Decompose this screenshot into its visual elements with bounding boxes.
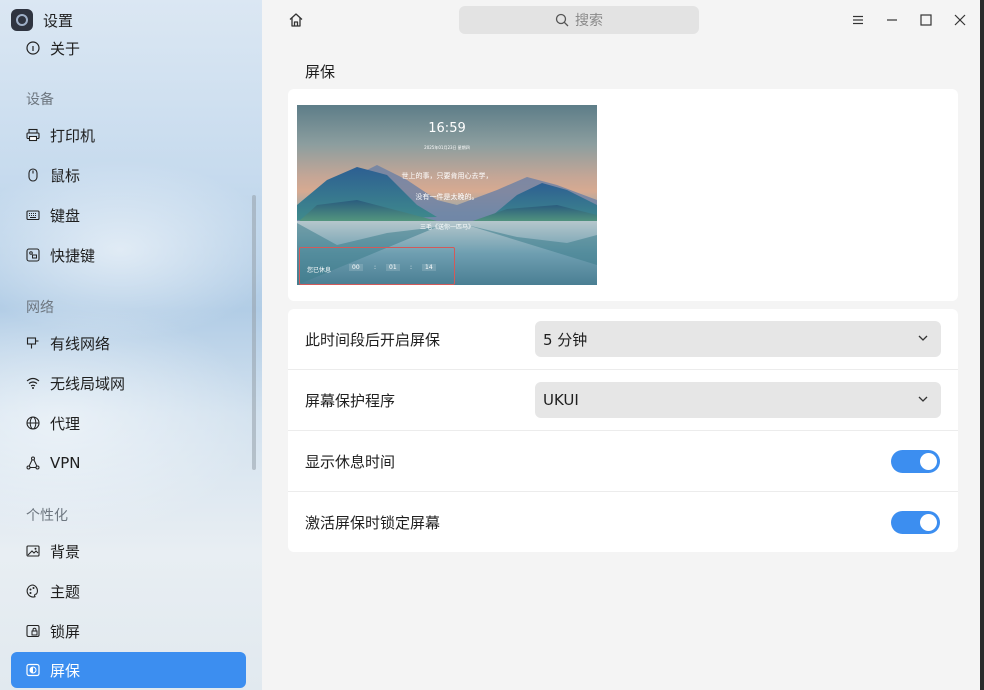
wired-network-icon bbox=[26, 336, 40, 350]
sidebar-item-proxy[interactable]: 代理 bbox=[26, 413, 80, 433]
sidebar-item-theme[interactable]: 主题 bbox=[26, 581, 80, 601]
sidebar-item-label: 键盘 bbox=[50, 206, 81, 225]
sidebar-item-wifi[interactable]: 无线局域网 bbox=[26, 373, 125, 393]
sidebar-item-label: 无线局域网 bbox=[50, 374, 126, 393]
program-label: 屏幕保护程序 bbox=[305, 392, 396, 410]
sidebar-scrollbar[interactable] bbox=[252, 195, 256, 470]
preview-rest-seconds: 14 bbox=[422, 264, 436, 271]
printer-icon bbox=[26, 128, 40, 142]
search-input[interactable]: 搜索 bbox=[459, 6, 699, 34]
screensaver-icon bbox=[26, 663, 40, 677]
preview-quote-line1: 世上的事，只要肯用心去学， bbox=[401, 172, 493, 180]
screensaver-preview: 16:59 2025年01月23日 星期四 世上的事，只要肯用心去学， 没有一件… bbox=[297, 105, 597, 285]
shortcut-icon bbox=[26, 248, 40, 262]
minimize-icon bbox=[887, 19, 897, 21]
preview-card: 16:59 2025年01月23日 星期四 世上的事，只要肯用心去学， 没有一件… bbox=[288, 89, 958, 301]
program-value: UKUI bbox=[543, 391, 579, 409]
vpn-icon bbox=[26, 456, 40, 470]
lock-toggle[interactable] bbox=[891, 511, 940, 534]
search-placeholder: 搜索 bbox=[575, 13, 603, 29]
sidebar-item-vpn[interactable]: VPN bbox=[26, 453, 81, 473]
preview-rest-sep: : bbox=[410, 264, 413, 271]
sidebar-item-printer[interactable]: 打印机 bbox=[26, 125, 95, 145]
menu-icon bbox=[853, 15, 863, 25]
chevron-down-icon bbox=[918, 335, 928, 341]
preview-quote-line2: 没有一件是太晚的。 bbox=[415, 193, 479, 201]
mouse-icon bbox=[26, 168, 40, 182]
sidebar-item-label: 屏保 bbox=[50, 661, 81, 680]
toggle-knob bbox=[920, 453, 937, 470]
app-header: 设置 bbox=[11, 9, 73, 31]
sidebar: 设置 关于 设备 打印机 鼠标 键盘 快捷键 网络 有线网络 无线局域网 代理 … bbox=[0, 0, 262, 690]
lockscreen-icon bbox=[26, 624, 40, 638]
minimize-button[interactable] bbox=[883, 11, 901, 29]
toggle-knob bbox=[920, 514, 937, 531]
chevron-down-icon bbox=[918, 396, 928, 402]
sidebar-item-label: VPN bbox=[50, 454, 81, 472]
maximize-icon bbox=[920, 14, 932, 26]
section-label-devices: 设备 bbox=[26, 92, 54, 108]
preview-rest-label: 您已休息 bbox=[307, 267, 332, 274]
program-select[interactable]: UKUI bbox=[535, 382, 941, 418]
sidebar-item-label: 有线网络 bbox=[50, 334, 111, 353]
delay-value: 5 分钟 bbox=[543, 330, 588, 349]
show-rest-toggle[interactable] bbox=[891, 450, 940, 473]
sidebar-item-lockscreen[interactable]: 锁屏 bbox=[26, 621, 80, 641]
sidebar-item-wired-network[interactable]: 有线网络 bbox=[26, 333, 110, 353]
theme-icon bbox=[26, 584, 40, 598]
sidebar-item-label: 关于 bbox=[50, 39, 81, 58]
delay-select[interactable]: 5 分钟 bbox=[535, 321, 941, 357]
preview-quote-author: 三毛《送你一匹马》 bbox=[419, 224, 474, 231]
window-edge bbox=[980, 0, 984, 690]
close-button[interactable] bbox=[951, 11, 969, 29]
maximize-button[interactable] bbox=[917, 11, 935, 29]
keyboard-icon bbox=[26, 208, 40, 222]
show-rest-label: 显示休息时间 bbox=[305, 453, 396, 471]
sidebar-item-label: 代理 bbox=[50, 414, 81, 433]
home-icon bbox=[289, 13, 303, 27]
app-title: 设置 bbox=[43, 11, 74, 30]
setting-row-show-rest: 显示休息时间 bbox=[288, 431, 958, 492]
preview-date: 2025年01月23日 星期四 bbox=[424, 145, 470, 150]
sidebar-item-label: 背景 bbox=[50, 542, 81, 561]
sidebar-item-keyboard[interactable]: 键盘 bbox=[26, 205, 80, 225]
search-icon bbox=[555, 13, 569, 27]
setting-row-program: 屏幕保护程序 UKUI bbox=[288, 370, 958, 431]
sidebar-item-label: 打印机 bbox=[50, 126, 96, 145]
preview-time: 16:59 bbox=[428, 121, 466, 136]
preview-rest-minutes: 01 bbox=[386, 264, 400, 271]
menu-button[interactable] bbox=[849, 11, 867, 29]
sidebar-item-label: 主题 bbox=[50, 582, 81, 601]
sidebar-item-about[interactable]: 关于 bbox=[26, 38, 80, 58]
sidebar-item-label: 快捷键 bbox=[50, 246, 96, 265]
preview-rest-sep: : bbox=[374, 264, 377, 271]
sidebar-item-shortcut[interactable]: 快捷键 bbox=[26, 245, 95, 265]
settings-card: 此时间段后开启屏保 5 分钟 屏幕保护程序 UKUI 显示休息时间 激活屏保时锁… bbox=[288, 309, 958, 552]
lock-label: 激活屏保时锁定屏幕 bbox=[305, 514, 441, 532]
proxy-icon bbox=[26, 416, 40, 430]
home-button[interactable] bbox=[287, 11, 305, 29]
section-label-network: 网络 bbox=[26, 300, 54, 316]
info-icon bbox=[26, 41, 40, 55]
sidebar-item-mouse[interactable]: 鼠标 bbox=[26, 165, 80, 185]
background-icon bbox=[26, 544, 40, 558]
settings-app-icon bbox=[11, 9, 33, 31]
sidebar-item-background[interactable]: 背景 bbox=[26, 541, 80, 561]
setting-row-delay: 此时间段后开启屏保 5 分钟 bbox=[288, 309, 958, 370]
page-title: 屏保 bbox=[305, 63, 336, 81]
sidebar-item-label: 鼠标 bbox=[50, 166, 81, 185]
section-label-personalize: 个性化 bbox=[26, 508, 68, 524]
close-icon bbox=[954, 14, 966, 26]
setting-row-lock: 激活屏保时锁定屏幕 bbox=[288, 492, 958, 553]
delay-label: 此时间段后开启屏保 bbox=[305, 331, 441, 349]
sidebar-item-label: 锁屏 bbox=[50, 622, 81, 641]
wifi-icon bbox=[26, 376, 40, 390]
preview-rest-hours: 00 bbox=[349, 264, 363, 271]
sidebar-item-screensaver[interactable]: 屏保 bbox=[11, 652, 246, 688]
